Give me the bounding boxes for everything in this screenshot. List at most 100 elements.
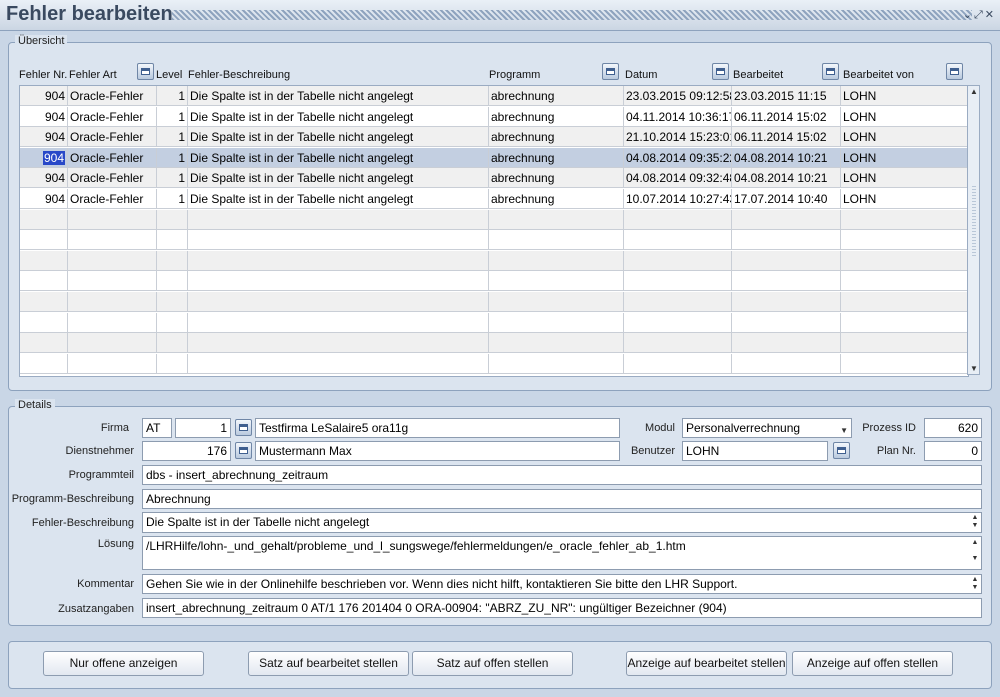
nur-offene-anzeigen-button[interactable]: Nur offene anzeigen: [43, 651, 204, 676]
scroll-down-icon[interactable]: ▼: [970, 364, 978, 373]
empty-table-row[interactable]: [20, 333, 968, 354]
cell-fehler-beschreibung: [188, 209, 489, 230]
programmteil-field[interactable]: dbs - insert_abrechnung_zeitraum: [142, 465, 982, 485]
cell-bearbeitet-text: 06.11.2014 15:02: [734, 130, 827, 145]
programm-filter-icon[interactable]: [602, 63, 619, 80]
scroll-up-icon[interactable]: ▲: [970, 87, 978, 96]
table-row[interactable]: 904 Oracle-Fehler 1 Die Spalte ist in der T…: [20, 86, 968, 106]
cell-level: 1: [157, 106, 188, 127]
table-row[interactable]: 904 Oracle-Fehler 1 Die Spalte ist in der T…: [20, 127, 968, 148]
satz-auf-bearbeitet-button[interactable]: Satz auf bearbeitet stellen: [248, 651, 409, 676]
empty-table-row[interactable]: [20, 292, 968, 312]
empty-table-row[interactable]: [20, 230, 968, 251]
cell-level: [157, 353, 188, 374]
cell-programm: [489, 230, 624, 251]
benutzer-lookup-icon[interactable]: [833, 442, 850, 459]
datum-filter-icon[interactable]: [712, 63, 729, 80]
empty-table-row[interactable]: [20, 250, 968, 271]
cell-programm: [489, 250, 624, 271]
plan-nr-field[interactable]: 0: [924, 441, 982, 461]
prozess-id-field[interactable]: 620: [924, 418, 982, 438]
cell-bearbeitet: 06.11.2014 15:02: [732, 127, 841, 148]
firma-lookup-icon[interactable]: [235, 419, 252, 436]
empty-table-row[interactable]: [20, 271, 968, 292]
cell-fehler-art: [68, 333, 157, 354]
prozess-id-label: Prozess ID: [862, 422, 916, 434]
chevron-down-icon[interactable]: ▼: [840, 422, 848, 437]
dienstnehmer-lookup-icon[interactable]: [235, 442, 252, 459]
cell-bearbeitet-text: 06.11.2014 15:02: [734, 109, 827, 124]
restore-icon[interactable]: ⤢: [974, 9, 985, 21]
fehler-beschreibung-spinner-icon[interactable]: ▲ ▼: [970, 514, 980, 530]
cell-bearbeitet-von: LOHN: [841, 86, 968, 106]
empty-table-row[interactable]: [20, 209, 968, 230]
dienstnehmer-label: Dienstnehmer: [65, 445, 134, 457]
cell-datum: [624, 292, 732, 312]
cell-bearbeitet: [732, 209, 841, 230]
col-header-programm[interactable]: Programm: [489, 69, 540, 81]
kommentar-field[interactable]: Gehen Sie wie in der Onlinehilfe beschri…: [142, 574, 982, 594]
kommentar-spinner-icon[interactable]: ▲ ▼: [970, 576, 980, 592]
empty-table-row[interactable]: [20, 353, 968, 374]
cell-bearbeitet-text: 23.03.2015 11:15: [734, 89, 827, 103]
firma-code-field[interactable]: AT: [142, 418, 172, 438]
col-header-fehler-nr[interactable]: Fehler Nr.: [19, 69, 67, 81]
cell-fehler-art: Oracle-Fehler: [68, 168, 157, 189]
anzeige-auf-offen-button[interactable]: Anzeige auf offen stellen: [792, 651, 953, 676]
satz-auf-offen-button[interactable]: Satz auf offen stellen: [412, 651, 573, 676]
cell-fehler-art-text: Oracle-Fehler: [70, 89, 144, 103]
bearbeitet-von-filter-icon[interactable]: [946, 63, 963, 80]
close-icon[interactable]: ✕: [985, 9, 996, 21]
anzeige-auf-bearbeitet-button[interactable]: Anzeige auf bearbeitet stellen: [626, 651, 787, 676]
cell-fehler-nr: 904: [20, 147, 68, 168]
cell-datum: 23.03.2015 09:12:58: [624, 86, 732, 106]
cell-fehler-beschreibung: Die Spalte ist in der Tabelle nicht ange…: [188, 147, 489, 168]
scrollbar-grip[interactable]: [972, 186, 976, 256]
table-row[interactable]: 904 Oracle-Fehler 1 Die Spalte ist in der T…: [20, 106, 968, 127]
loesung-field[interactable]: /LHRHilfe/lohn-_und_gehalt/probleme_und_…: [142, 536, 982, 570]
col-header-level[interactable]: Level: [156, 69, 182, 81]
table-row[interactable]: 904 Oracle-Fehler 1 Die Spalte ist in der T…: [20, 168, 968, 189]
empty-table-row[interactable]: [20, 312, 968, 333]
cell-fehler-beschreibung-text: Die Spalte ist in der Tabelle nicht ange…: [190, 109, 414, 124]
cell-fehler-art: [68, 250, 157, 271]
col-header-bearbeitet-von[interactable]: Bearbeitet von: [843, 69, 914, 81]
table-row[interactable]: 904 Oracle-Fehler 1 Die Spalte ist in der T…: [20, 147, 968, 168]
cell-datum: 04.11.2014 10:36:17: [624, 106, 732, 127]
cell-datum: [624, 209, 732, 230]
cell-fehler-beschreibung-text: Die Spalte ist in der Tabelle nicht ange…: [190, 150, 414, 165]
fehler-art-filter-icon[interactable]: [137, 63, 154, 80]
cell-datum: 10.07.2014 10:27:43: [624, 189, 732, 209]
table-row[interactable]: 904 Oracle-Fehler 1 Die Spalte ist in der T…: [20, 189, 968, 209]
minimize-icon[interactable]: ⌄: [963, 9, 974, 21]
cell-datum: [624, 271, 732, 292]
zusatzangaben-field[interactable]: insert_abrechnung_zeitraum 0 AT/1 176 20…: [142, 598, 982, 618]
benutzer-label: Benutzer: [630, 445, 675, 457]
fehler-beschreibung-field[interactable]: Die Spalte ist in der Tabelle nicht ange…: [142, 512, 982, 533]
loesung-scroll-icon[interactable]: ▲ ▼: [970, 539, 980, 563]
col-header-bearbeitet[interactable]: Bearbeitet: [733, 69, 783, 81]
cell-programm: abrechnung: [489, 189, 624, 209]
col-header-fehler-art[interactable]: Fehler Art: [69, 69, 117, 81]
cell-fehler-nr: 904: [20, 168, 68, 189]
cell-fehler-nr: 904: [20, 106, 68, 127]
cell-programm: abrechnung: [489, 127, 624, 148]
cell-bearbeitet: 04.08.2014 10:21: [732, 147, 841, 168]
cell-bearbeitet-von: LOHN: [841, 147, 968, 168]
firma-nr-field[interactable]: 1: [175, 418, 231, 438]
overview-group: Übersicht Fehler Nr. Fehler Art Level Fe…: [8, 35, 992, 391]
col-header-fehler-beschreibung[interactable]: Fehler-Beschreibung: [188, 69, 290, 81]
programm-beschreibung-field[interactable]: Abrechnung: [142, 489, 982, 509]
bearbeitet-filter-icon[interactable]: [822, 63, 839, 80]
cell-fehler-art: Oracle-Fehler: [68, 147, 157, 168]
col-header-datum[interactable]: Datum: [625, 69, 657, 81]
cell-bearbeitet: 06.11.2014 15:02: [732, 106, 841, 127]
cell-bearbeitet-von-text: LOHN: [843, 109, 877, 124]
table-scrollbar[interactable]: ▲ ▼: [967, 85, 980, 375]
cell-fehler-beschreibung-text: Die Spalte ist in der Tabelle nicht ange…: [190, 171, 414, 186]
dienstnehmer-nr-field[interactable]: 176: [142, 441, 231, 461]
modul-select[interactable]: Personalverrechnung ▼: [682, 418, 852, 438]
benutzer-field[interactable]: LOHN: [682, 441, 828, 461]
zusatzangaben-label: Zusatzangaben: [58, 603, 134, 615]
cell-datum-text: 04.08.2014 09:35:22: [626, 150, 732, 165]
